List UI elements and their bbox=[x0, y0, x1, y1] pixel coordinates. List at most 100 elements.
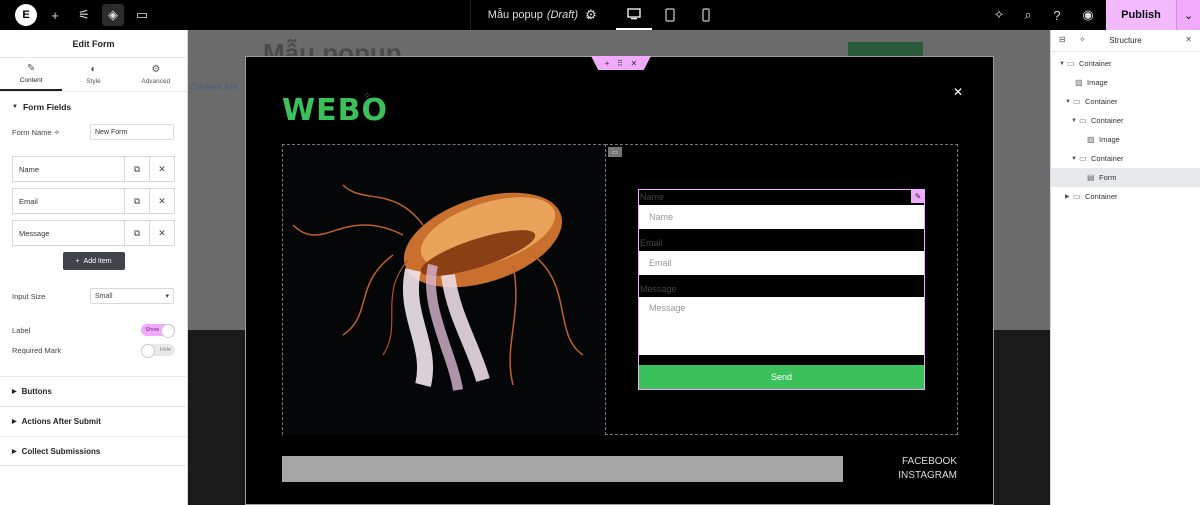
document-status: (Draft) bbox=[546, 9, 578, 21]
close-icon[interactable]: ✕ bbox=[149, 189, 174, 213]
structure-node[interactable]: ▨ Image bbox=[1051, 130, 1200, 149]
required-mark-label: Required Mark bbox=[12, 345, 62, 355]
facebook-link[interactable]: FACEBOOK bbox=[898, 455, 957, 469]
container-icon: ▭ bbox=[1073, 97, 1081, 106]
gear-icon: ⚙ bbox=[151, 64, 161, 75]
page-settings-icon[interactable]: ⚙ bbox=[580, 4, 602, 26]
structure-icon[interactable]: ◈ bbox=[102, 4, 124, 26]
actions-after-submit-section[interactable]: ▶ Actions After Submit bbox=[0, 406, 187, 436]
delete-icon[interactable]: ✕ bbox=[630, 59, 637, 68]
structure-node[interactable]: ▨ Image bbox=[1051, 73, 1200, 92]
tab-advanced[interactable]: ⚙ Advanced bbox=[125, 58, 187, 91]
duplicate-icon[interactable]: ⧉ bbox=[124, 157, 149, 181]
message-field-label: Message bbox=[640, 284, 677, 294]
label-toggle[interactable]: Show bbox=[141, 324, 175, 338]
preview-eye-icon[interactable]: ◉ bbox=[1077, 4, 1099, 26]
node-label: Container bbox=[1079, 59, 1112, 68]
help-icon[interactable]: ? bbox=[1046, 4, 1068, 26]
collect-submissions-section[interactable]: ▶ Collect Submissions bbox=[0, 436, 187, 466]
close-icon[interactable]: ✕ bbox=[149, 157, 174, 181]
structure-node[interactable]: ▼ ▭ Container bbox=[1051, 92, 1200, 111]
image-icon: ▨ bbox=[1075, 78, 1083, 87]
top-bar: E + ⚟ ◈ ▭ Mẫu popup (Draft) ⌄ ⚙ ✧ ⌕ ? ◉ … bbox=[0, 0, 1200, 30]
add-icon[interactable]: + bbox=[605, 59, 610, 68]
required-mark-row: Required Mark Hide bbox=[0, 340, 187, 360]
close-icon[interactable]: ✕ bbox=[953, 85, 963, 99]
add-item-button[interactable]: + Add Item bbox=[62, 252, 125, 270]
node-label: Container bbox=[1091, 116, 1124, 125]
image-icon: ▨ bbox=[1087, 135, 1095, 144]
buttons-section[interactable]: ▶ Buttons bbox=[0, 376, 187, 406]
label-row: Label Show bbox=[0, 320, 187, 340]
form-name-input[interactable]: New Form bbox=[90, 124, 174, 140]
search-icon[interactable]: ⌕ bbox=[1017, 4, 1039, 26]
structure-node[interactable]: ▼ ▭ Container bbox=[1051, 54, 1200, 73]
edit-panel: Edit Form ✎ Content ◐ Style ⚙ Advanced ▼… bbox=[0, 30, 188, 505]
tab-content[interactable]: ✎ Content bbox=[0, 58, 63, 91]
mobile-view-icon[interactable] bbox=[688, 0, 724, 30]
brand-logo[interactable]: WEBO bbox=[282, 93, 388, 128]
structure-header: ⊟ ✧ Structure ✕ bbox=[1051, 30, 1200, 52]
site-settings-icon[interactable]: ⚟ bbox=[73, 4, 95, 26]
image-column[interactable]: ▭ bbox=[282, 144, 606, 435]
duplicate-icon[interactable]: ⧉ bbox=[124, 189, 149, 213]
required-mark-toggle[interactable]: Hide bbox=[141, 344, 175, 358]
drag-handle-icon[interactable]: ⠿ bbox=[617, 59, 623, 68]
select-value: Small bbox=[95, 292, 113, 300]
container-icon: ▭ bbox=[1079, 154, 1087, 163]
comments-icon[interactable]: ▭ bbox=[131, 4, 153, 26]
node-label: Container bbox=[1085, 97, 1118, 106]
edit-pencil-icon[interactable]: ✎ bbox=[911, 189, 925, 203]
structure-node[interactable]: ▼ ▭ Container bbox=[1051, 111, 1200, 130]
container-handle[interactable]: + ⠿ ✕ bbox=[591, 56, 651, 70]
email-input[interactable]: Email bbox=[639, 251, 924, 275]
caret-down-icon: ▾ bbox=[165, 293, 169, 300]
publish-options-chevron-icon[interactable]: ⌄ bbox=[1176, 0, 1200, 30]
message-textarea[interactable]: Message bbox=[639, 297, 924, 355]
structure-node[interactable]: ▼ ▭ Container bbox=[1051, 149, 1200, 168]
desktop-view-icon[interactable] bbox=[616, 0, 652, 30]
tab-label: Content bbox=[19, 77, 43, 84]
pencil-icon: ✎ bbox=[26, 63, 36, 74]
ai-sparkle-icon[interactable]: ✧ bbox=[54, 128, 60, 137]
label-setting-label: Label bbox=[12, 325, 31, 335]
structure-node-selected[interactable]: ▤ Form bbox=[1051, 168, 1200, 187]
section-title: Buttons bbox=[21, 387, 52, 396]
name-input[interactable]: Name bbox=[639, 205, 924, 229]
elementor-logo-icon[interactable]: E bbox=[15, 4, 37, 26]
form-icon: ▤ bbox=[1087, 173, 1095, 182]
section-title: Collect Submissions bbox=[21, 446, 101, 456]
caret-right-icon: ▶ bbox=[12, 448, 17, 455]
email-field-label: Email bbox=[640, 238, 663, 248]
app-icon[interactable]: ✧ bbox=[988, 4, 1010, 26]
publish-button[interactable]: Publish bbox=[1106, 0, 1176, 30]
tablet-view-icon[interactable] bbox=[652, 0, 688, 30]
placeholder-bar[interactable] bbox=[282, 456, 843, 482]
tab-label: Style bbox=[86, 78, 101, 85]
structure-title: Structure bbox=[1109, 36, 1142, 45]
close-icon[interactable]: ✕ bbox=[1185, 35, 1192, 44]
add-element-icon[interactable]: + bbox=[44, 4, 66, 26]
send-button[interactable]: Send bbox=[639, 365, 924, 389]
form-name-row: Form Name ✧ New Form bbox=[0, 122, 187, 142]
duplicate-icon[interactable]: ⧉ bbox=[124, 221, 149, 245]
repeater-item[interactable]: Name ⧉ ✕ bbox=[12, 156, 175, 182]
caret-down-icon: ▼ bbox=[1071, 117, 1077, 124]
node-label: Image bbox=[1099, 135, 1120, 144]
caret-down-icon: ▼ bbox=[12, 104, 18, 110]
container-icon: ▭ bbox=[1073, 192, 1081, 201]
jellyfish-image[interactable] bbox=[283, 145, 606, 435]
repeater-item[interactable]: Email ⧉ ✕ bbox=[12, 188, 175, 214]
repeater-item[interactable]: Message ⧉ ✕ bbox=[12, 220, 175, 246]
column-handle-icon[interactable]: ▭ bbox=[608, 147, 622, 157]
close-icon[interactable]: ✕ bbox=[149, 221, 174, 245]
structure-node[interactable]: ▶ ▭ Container bbox=[1051, 187, 1200, 206]
popup-container[interactable]: + ⠿ ✕ WEBO ⁘ ✕ ▭ ✎ Name Name Email Email… bbox=[245, 56, 994, 505]
form-widget[interactable]: ✎ Name Name Email Email Message Message … bbox=[638, 189, 925, 390]
form-fields-section[interactable]: ▼ Form Fields bbox=[0, 92, 187, 122]
tab-style[interactable]: ◐ Style bbox=[62, 58, 124, 91]
panel-tabs: ✎ Content ◐ Style ⚙ Advanced bbox=[0, 58, 187, 92]
container-icon: ▭ bbox=[1079, 116, 1087, 125]
instagram-link[interactable]: INSTAGRAM bbox=[898, 469, 957, 483]
input-size-select[interactable]: Small ▾ bbox=[90, 288, 174, 304]
